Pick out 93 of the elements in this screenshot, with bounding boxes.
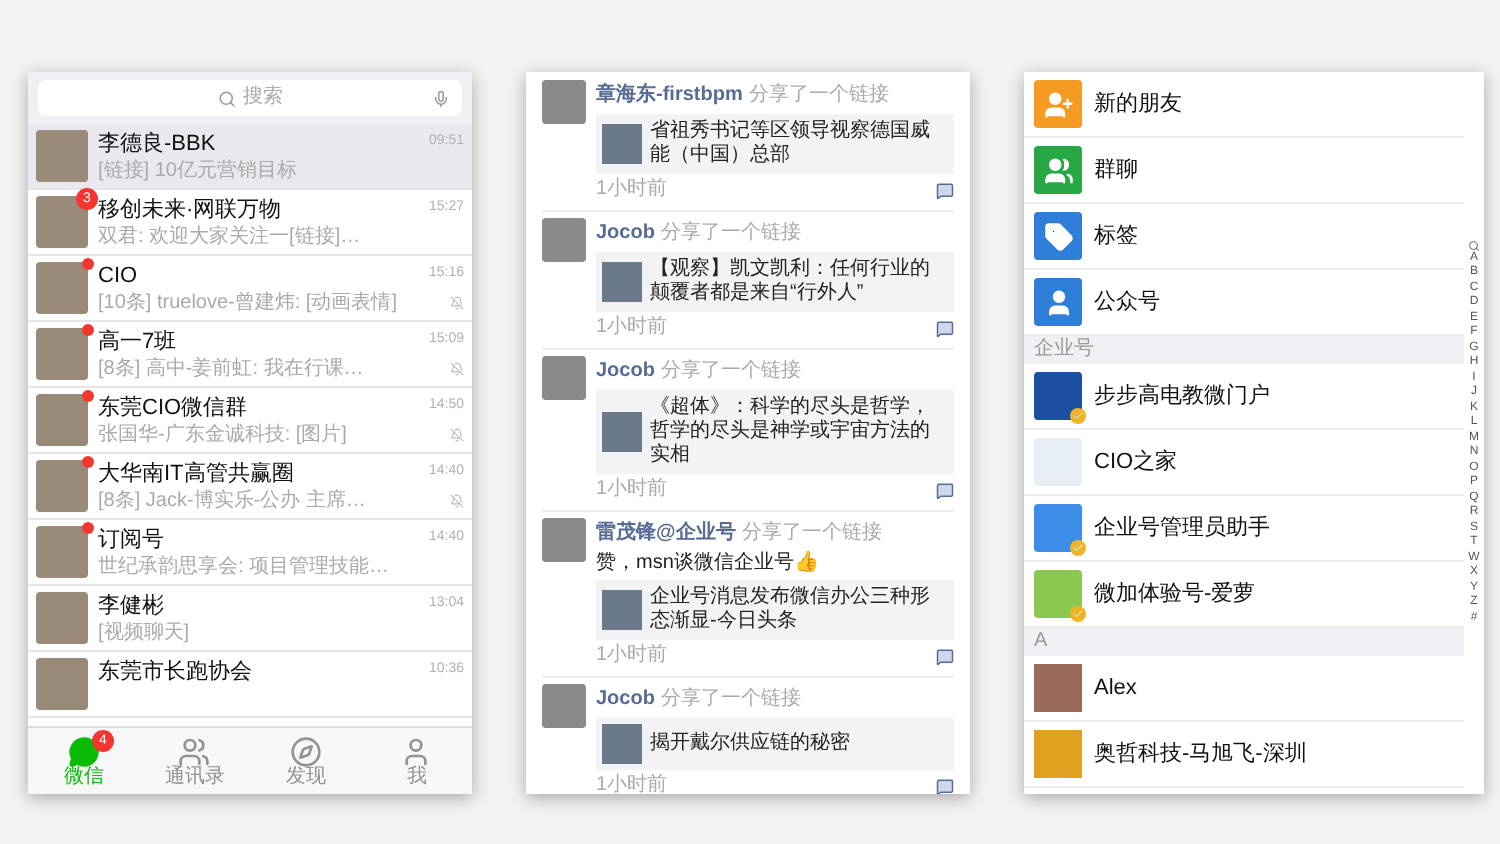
chat-name: 移创未来·网联万物 [98,195,282,223]
avatar [36,196,88,248]
chat-preview: [链接] 10亿元营销目标 [98,157,297,183]
post-action: 分享了一个链接 [660,685,801,714]
tab-icon [289,735,322,767]
avatar [542,684,586,728]
tab-icon [178,735,211,767]
contact-row[interactable]: Alex [1024,656,1464,722]
post-action: 分享了一个链接 [741,519,882,548]
chat-preview: [8条] 高中-姜前虹: 我在行课… [98,355,364,381]
contact-name[interactable]: 公众号 [1094,285,1160,319]
chat-preview: [10条] truelove-曾建炜: [动画表情] [98,289,397,315]
contact-name[interactable]: 标签 [1094,219,1138,253]
link-title: 揭开戴尔供应链的秘密 [650,732,850,756]
post-time: 1小时前 [596,644,668,668]
link-thumbnail [602,724,642,764]
mute-icon [450,295,464,309]
link-title: 【观察】凯文凯利：任何行业的颠覆者都是来自“行外人” [650,258,932,306]
tab-icon [67,735,100,767]
link-title: 《超体》：科学的尽头是哲学，哲学的尽头是神学或宇宙方法的实相 [650,396,932,468]
verified-badge-icon [1070,408,1086,424]
contact-row[interactable]: 企业号管理员助手 [1024,496,1464,562]
contact-row[interactable]: CIO之家 [1024,430,1464,496]
contact-name[interactable]: 群聊 [1094,153,1138,187]
chat-preview: [8条] Jack-博实乐-公办 主席… [98,487,366,513]
comment-icon[interactable] [936,777,954,794]
tab-icon [400,735,433,767]
verified-badge-icon [1070,540,1086,556]
link-thumbnail [602,262,642,302]
link-thumbnail [602,412,642,452]
author-name[interactable]: Jocob [596,684,655,714]
author-name[interactable]: Jocob [596,218,655,248]
mute-icon [450,427,464,441]
link-card[interactable]: 《超体》：科学的尽头是哲学，哲学的尽头是神学或宇宙方法的实相 [596,390,954,474]
chat-preview: [视频聊天] [98,619,190,645]
link-title: 省祖秀书记等区领导视察德国威能（中国）总部 [650,120,932,168]
author-name[interactable]: Jocob [596,356,655,386]
comment-icon[interactable] [936,319,954,337]
avatar [36,394,88,446]
chat-name: 东莞市长跑协会 [98,657,252,685]
comment-icon[interactable] [936,181,954,199]
post-action: 分享了一个链接 [660,357,801,386]
post-time: 1小时前 [596,316,668,340]
mute-icon [450,361,464,375]
avatar [542,356,586,400]
chat-name: 高一7班 [98,327,177,355]
verified-badge-icon [1070,606,1086,622]
chat-name: 李健彬 [98,591,164,619]
chat-name: 李德良-BBK [98,129,216,157]
contact-row[interactable]: 步步高电教微门户 [1024,364,1464,430]
contact-name[interactable]: 新的朋友 [1094,87,1182,121]
chat-preview: 双君: 欢迎大家关注一[链接]… [98,223,361,249]
contact-row[interactable]: 奥哲科技-马旭飞-深圳 [1024,722,1464,788]
post-action: 分享了一个链接 [748,81,889,110]
search-icon[interactable] [1468,239,1480,252]
chat-preview: 世纪承韵思享会: 项目管理技能… [98,553,390,579]
search-icon [217,89,235,107]
mute-icon [450,493,464,507]
post-time: 1小时前 [596,178,668,202]
avatar [542,218,586,262]
link-card[interactable]: 揭开戴尔供应链的秘密 [596,718,954,770]
comment-icon[interactable] [936,481,954,499]
avatar [36,526,88,578]
avatar [36,592,88,644]
avatar [542,518,586,562]
search-placeholder: 搜索 [243,88,283,108]
chat-preview: 张国华-广东金诚科技: [图片] [98,421,347,447]
chat-name: 订阅号 [98,525,164,553]
avatar [36,328,88,380]
link-thumbnail [602,590,642,630]
link-thumbnail [602,124,642,164]
post-time: 1小时前 [596,478,668,502]
section-header: A [1024,628,1464,656]
post-action: 分享了一个链接 [660,219,801,248]
avatar [36,262,88,314]
avatar [36,658,88,710]
comment-icon[interactable] [936,647,954,665]
author-name[interactable]: 章海东-firstbpm [596,80,743,110]
avatar [542,80,586,124]
link-card[interactable]: 省祖秀书记等区领导视察德国威能（中国）总部 [596,114,954,174]
chat-name: 东莞CIO微信群 [98,393,248,421]
microphone-icon[interactable] [432,89,450,107]
link-card[interactable]: 【观察】凯文凯利：任何行业的颠覆者都是来自“行外人” [596,252,954,312]
avatar [36,460,88,512]
avatar [36,130,88,182]
link-title: 企业号消息发布微信办公三种形态渐显-今日头条 [650,586,932,634]
chat-name: 大华南IT高管共赢圈 [98,459,294,487]
post-time: 1小时前 [596,774,668,794]
link-card[interactable]: 企业号消息发布微信办公三种形态渐显-今日头条 [596,580,954,640]
chat-name: CIO [98,261,138,289]
section-header: 企业号 [1024,336,1464,364]
author-name[interactable]: 雷茂锋@企业号 [596,518,736,548]
post-text: 赞，msn谈微信企业号👍 [596,552,820,576]
